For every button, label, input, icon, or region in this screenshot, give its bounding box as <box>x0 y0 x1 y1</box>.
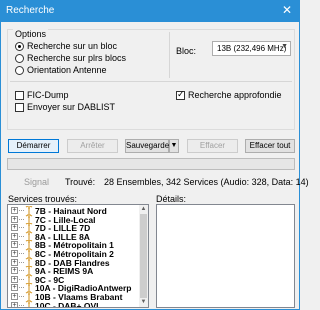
tree-item-label: 10C - DAB+ OVL <box>35 300 102 308</box>
tree-connector <box>19 244 24 246</box>
expand-icon[interactable]: + <box>11 284 18 292</box>
scroll-up-icon[interactable]: ▲ <box>139 205 148 214</box>
expand-icon[interactable]: + <box>11 224 18 232</box>
tree-connector <box>19 261 24 263</box>
tree-connector <box>19 270 24 272</box>
bloc-select-value: 13B (232,496 MHz) <box>217 44 287 53</box>
tree-connector <box>19 227 24 229</box>
radio-multi-block[interactable] <box>15 54 24 63</box>
chevron-down-icon: ▼ <box>281 43 288 50</box>
expand-icon[interactable]: + <box>11 232 18 240</box>
stop-button[interactable]: Arrêter <box>67 139 118 153</box>
expand-icon[interactable]: + <box>11 293 18 300</box>
dablist-label[interactable]: Envoyer sur DABLIST <box>27 102 115 112</box>
antenna-icon <box>25 300 33 307</box>
close-icon[interactable]: ✕ <box>274 0 300 22</box>
scrollbar-thumb[interactable] <box>140 214 147 298</box>
options-divider-horizontal <box>10 81 292 82</box>
options-divider-vertical <box>169 32 170 78</box>
expand-icon[interactable]: + <box>11 250 18 257</box>
tree-connector <box>19 218 24 220</box>
save-button[interactable]: Sauvegarder <box>125 139 172 153</box>
save-dropdown-icon[interactable]: ▼ <box>169 139 179 153</box>
tree-connector <box>19 210 24 211</box>
tree-connector <box>19 287 24 289</box>
expand-icon[interactable]: + <box>11 241 18 249</box>
dablist-checkbox[interactable] <box>15 103 24 112</box>
services-list-label: Services trouvés: <box>8 194 78 204</box>
tree-connector <box>19 278 24 280</box>
progress-bar <box>7 158 295 170</box>
radio-antenna-orientation[interactable] <box>15 66 24 75</box>
fic-dump-label[interactable]: FIC-Dump <box>27 90 69 100</box>
services-tree[interactable]: ▲ ▼ +7B - Hainaut Nord +7C - Lille-Local +… <box>7 204 149 308</box>
tree-connector <box>19 296 24 297</box>
fic-dump-checkbox[interactable] <box>15 91 24 100</box>
window-title: Recherche <box>6 5 55 16</box>
title-bar: Recherche ✕ <box>0 0 300 22</box>
expand-icon[interactable]: + <box>11 267 18 275</box>
found-summary: 28 Ensembles, 342 Services (Audio: 328, … <box>104 177 309 187</box>
expand-icon[interactable]: + <box>11 207 18 214</box>
bloc-select[interactable]: 13B (232,496 MHz) ▼ <box>212 41 291 56</box>
expand-icon[interactable]: + <box>11 258 18 266</box>
tree-connector <box>19 304 24 306</box>
details-panel <box>156 204 295 308</box>
scroll-down-icon[interactable]: ▼ <box>139 298 148 307</box>
signal-label: Signal <box>24 177 50 187</box>
services-scrollbar[interactable]: ▲ ▼ <box>139 205 148 307</box>
details-label: Détails: <box>156 194 187 204</box>
found-label: Trouvé: <box>65 177 96 187</box>
tree-connector <box>19 253 24 254</box>
expand-icon[interactable]: + <box>11 215 18 223</box>
radio-multi-block-label[interactable]: Recherche sur plrs blocs <box>27 53 126 63</box>
radio-single-block[interactable] <box>15 42 24 51</box>
clear-all-button[interactable]: Effacer tout <box>245 139 295 153</box>
start-button[interactable]: Démarrer <box>8 139 59 153</box>
options-group: Options Recherche sur un bloc Recherche … <box>7 29 295 130</box>
expand-icon[interactable]: + <box>11 275 18 283</box>
clear-button[interactable]: Effacer <box>187 139 238 153</box>
deep-search-label[interactable]: Recherche approfondie <box>188 90 282 100</box>
radio-antenna-orientation-label[interactable]: Orientation Antenne <box>27 65 107 75</box>
expand-icon[interactable]: + <box>11 301 18 307</box>
search-dialog: Options Recherche sur un bloc Recherche … <box>0 22 309 310</box>
tree-connector <box>19 235 24 237</box>
bloc-label: Bloc: <box>176 46 197 56</box>
options-group-label: Options <box>13 29 49 39</box>
tree-item[interactable]: +10C - DAB+ OVL <box>8 300 140 308</box>
deep-search-checkbox[interactable] <box>176 89 185 100</box>
radio-single-block-label[interactable]: Recherche sur un bloc <box>27 41 117 51</box>
